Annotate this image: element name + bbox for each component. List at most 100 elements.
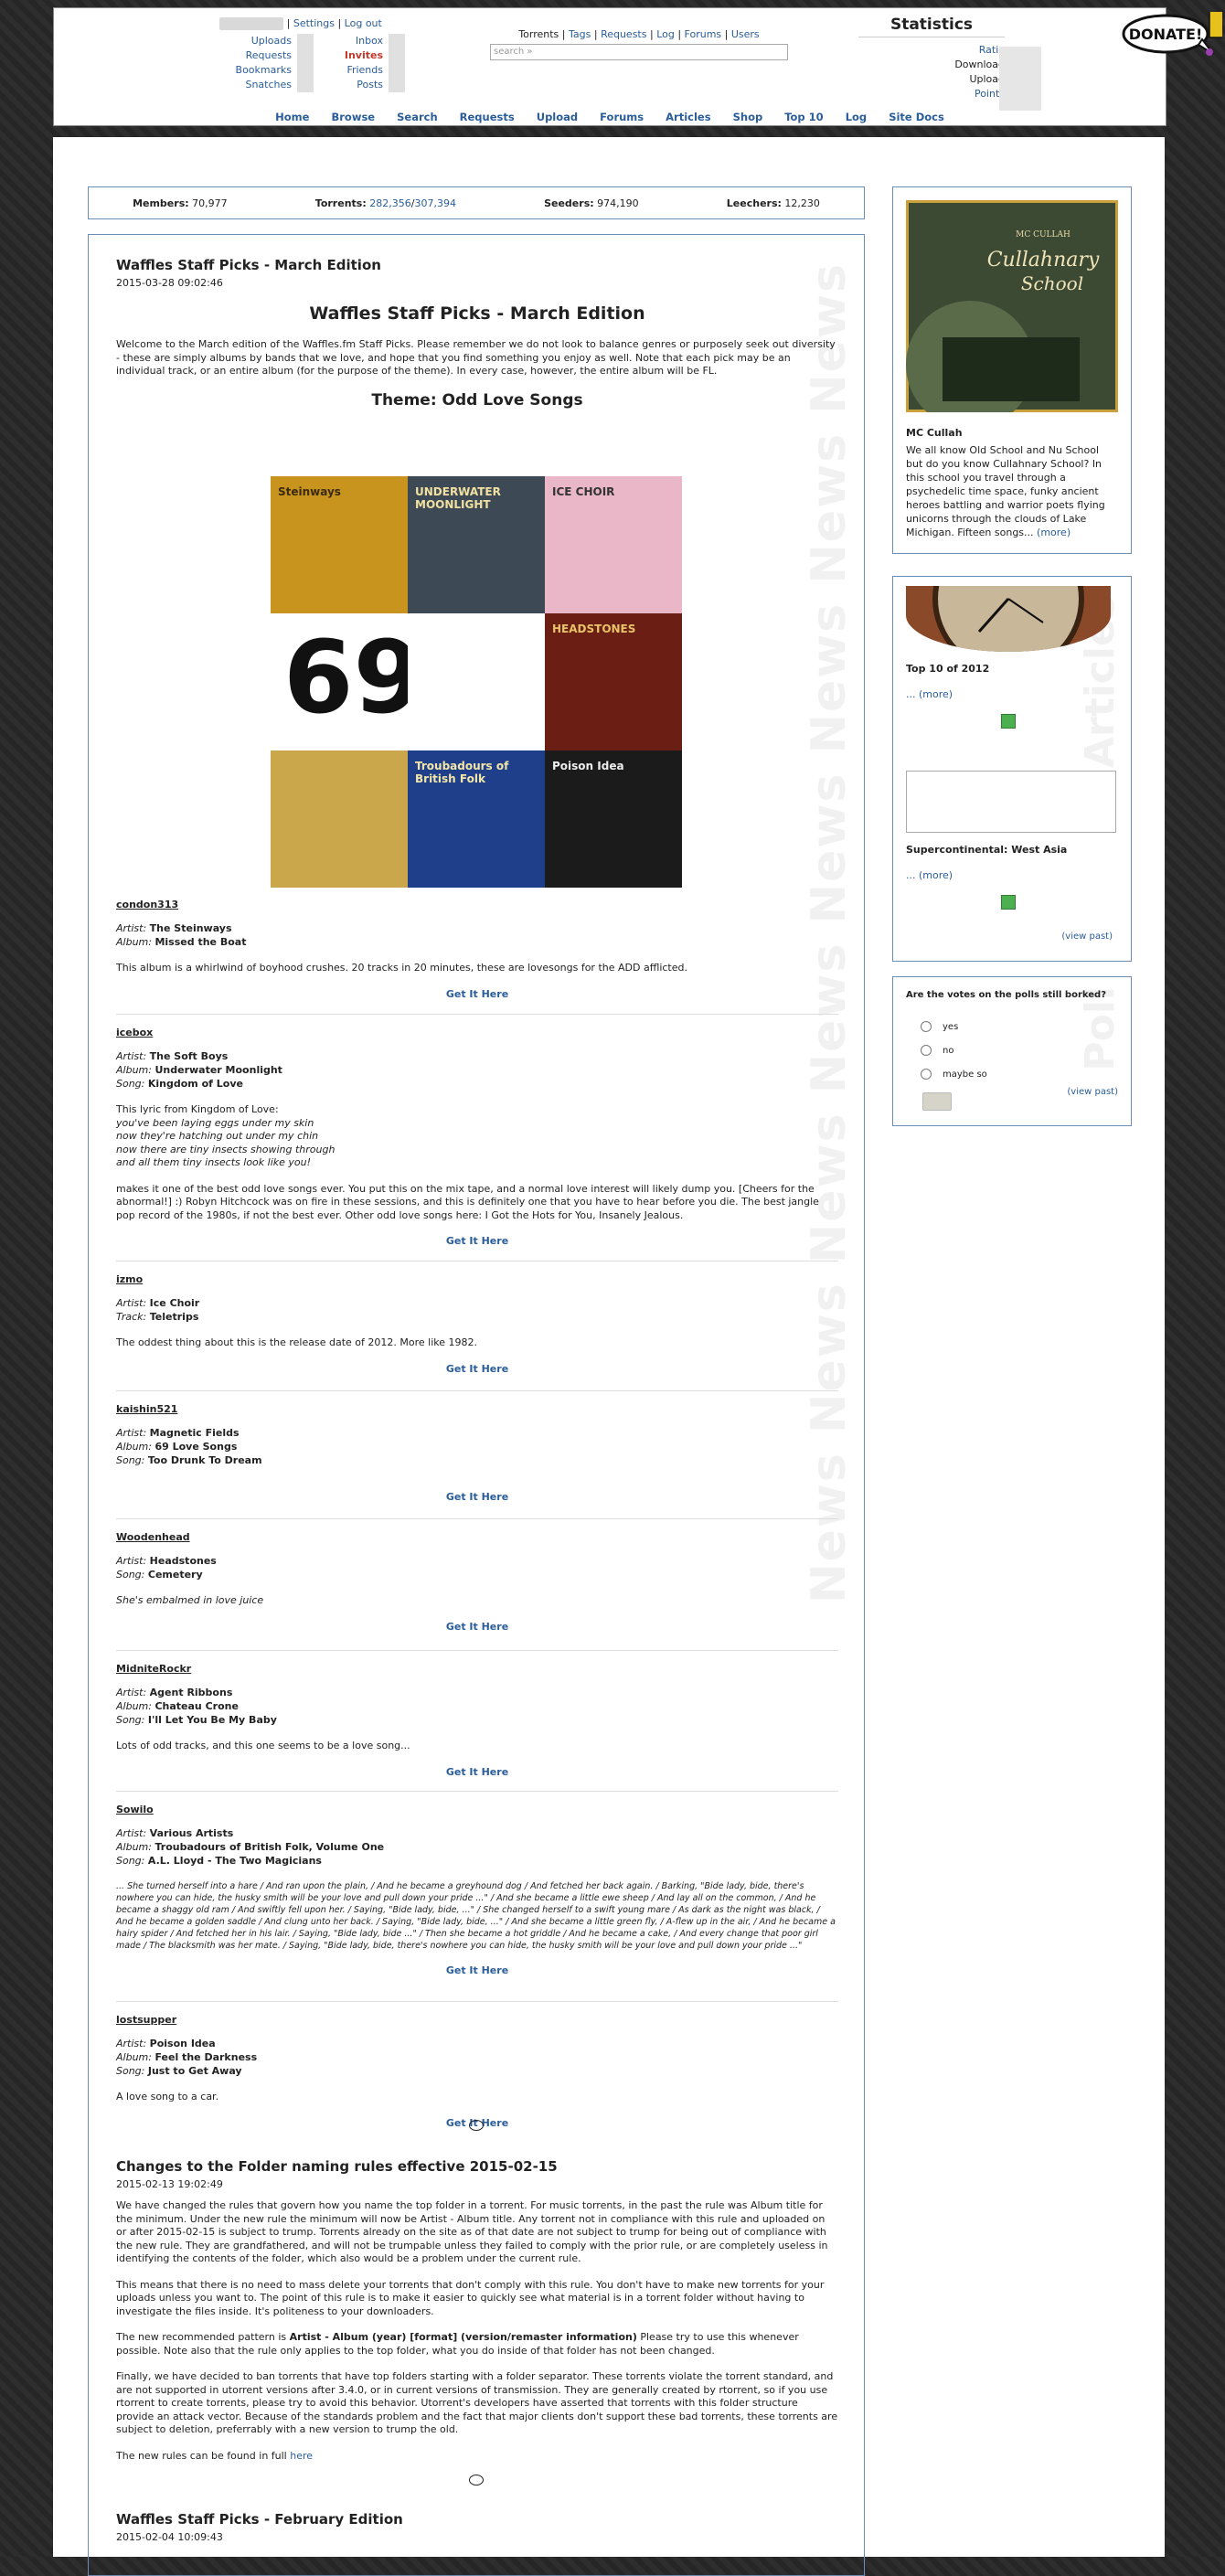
post-paragraph: The new rules can be found in full here: [116, 2449, 314, 2462]
nav-forums[interactable]: Forums: [600, 111, 644, 123]
pick-metadata: Artist: Various Artists Album: Troubadour…: [116, 1827, 385, 1867]
username-blurred[interactable]: [219, 17, 284, 30]
get-it-here-link[interactable]: Get It Here: [116, 1766, 838, 1778]
cover-label: Troubadours of British Folk: [415, 760, 509, 785]
pick-description: ... She turned herself into a hare / And…: [116, 1881, 836, 1951]
logout-link[interactable]: Log out: [345, 17, 382, 29]
nav-browse[interactable]: Browse: [331, 111, 375, 123]
comment-icon[interactable]: [469, 2475, 484, 2488]
bookmarks-link[interactable]: Bookmarks: [191, 63, 292, 78]
get-it-here-link[interactable]: Get It Here: [116, 1621, 838, 1633]
nav-shop[interactable]: Shop: [733, 111, 763, 123]
torrents-count-a[interactable]: 282,356: [369, 197, 411, 209]
post-title: Changes to the Folder naming rules effec…: [116, 2158, 558, 2175]
posts-link[interactable]: Posts: [319, 78, 383, 92]
news-panel: News News News News News News News News …: [88, 234, 865, 2576]
poll-option-maybe[interactable]: maybe so: [921, 1063, 987, 1087]
friends-link[interactable]: Friends: [319, 63, 383, 78]
article-more-link[interactable]: ... (more): [906, 688, 953, 700]
pick-username-link[interactable]: Sowilo: [116, 1804, 154, 1815]
rules-link[interactable]: here: [290, 2450, 313, 2462]
user-box: | Settings | Log out Uploads Requests Bo…: [191, 17, 410, 92]
pick-metadata: Artist: Ice Choir Track: Teletrips: [116, 1297, 200, 1323]
log-toplink[interactable]: Log: [656, 28, 675, 40]
nav-upload[interactable]: Upload: [537, 111, 578, 123]
pick-username-link[interactable]: lostsupper: [116, 2014, 176, 2026]
svg-text:DONATE!: DONATE!: [1129, 26, 1203, 43]
pick-description: She's embalmed in love juice: [116, 1594, 264, 1606]
staff-pick: lostsupper Artist: Poison Idea Album: Feel…: [116, 2001, 838, 2129]
get-it-here-link[interactable]: Get It Here: [116, 1491, 838, 1503]
nav-log[interactable]: Log: [846, 111, 867, 123]
nav-requests[interactable]: Requests: [460, 111, 515, 123]
snatches-link[interactable]: Snatches: [191, 78, 292, 92]
nav-top10[interactable]: Top 10: [784, 111, 823, 123]
points-label[interactable]: Points: [858, 87, 1005, 101]
nav-search[interactable]: Search: [397, 111, 438, 123]
post-intro: Welcome to the March edition of the Waff…: [116, 338, 836, 377]
download-icon[interactable]: [1001, 714, 1016, 729]
poll-option-no[interactable]: no: [921, 1039, 987, 1063]
pick-username-link[interactable]: icebox: [116, 1027, 153, 1038]
theme-heading: Theme: Odd Love Songs: [371, 390, 583, 410]
poll-view-past-link[interactable]: (view past): [1067, 1087, 1118, 1097]
pick-username-link[interactable]: MidniteRockr: [116, 1663, 191, 1675]
get-it-here-link[interactable]: Get It Here: [116, 1235, 838, 1247]
get-it-here-link[interactable]: Get It Here: [116, 988, 838, 1000]
nav-home[interactable]: Home: [275, 111, 309, 123]
news-post-february: Waffles Staff Picks - February Edition 2…: [116, 2511, 838, 2543]
poll-options: yes no maybe so: [921, 1016, 987, 1087]
pick-description: makes it one of the best odd love songs …: [116, 1182, 819, 1221]
pick-metadata: Artist: Headstones Song: Cemetery: [116, 1555, 217, 1581]
invites-link[interactable]: Invites: [319, 48, 383, 63]
staff-pick: Woodenhead Artist: Headstones Song: Cemete…: [116, 1518, 838, 1633]
pick-username-link[interactable]: condon313: [116, 899, 178, 910]
nav-site-docs[interactable]: Site Docs: [889, 111, 944, 123]
nav-articles[interactable]: Articles: [666, 111, 710, 123]
poll-option-yes[interactable]: yes: [921, 1016, 987, 1039]
get-it-here-link[interactable]: Get It Here: [116, 1964, 838, 1976]
pick-username-link[interactable]: Woodenhead: [116, 1531, 190, 1543]
uploads-link[interactable]: Uploads: [191, 34, 292, 48]
pick-username-link[interactable]: kaishin521: [116, 1403, 177, 1415]
cover-label: Steinways: [278, 485, 341, 498]
inbox-link[interactable]: Inbox: [319, 34, 383, 48]
divider: [116, 1014, 838, 1015]
download-icon[interactable]: [1001, 895, 1016, 910]
post-paragraph: Finally, we have decided to ban torrents…: [116, 2370, 838, 2435]
settings-link[interactable]: Settings: [293, 17, 335, 29]
search-input[interactable]: search »: [490, 44, 788, 60]
staff-pick: izmo Artist: Ice Choir Track: Teletrips The…: [116, 1261, 838, 1375]
cover-underwater-moonlight: UNDERWATER MOONLIGHT: [408, 476, 545, 613]
sidebar: MC CULLAH Cullahnary School MC Cullah We…: [892, 186, 1132, 1126]
users-toplink[interactable]: Users: [731, 28, 760, 40]
torrents-toplink[interactable]: Torrents: [518, 28, 559, 40]
pick-username-link[interactable]: izmo: [116, 1273, 143, 1285]
post-title: Waffles Staff Picks - February Edition: [116, 2511, 403, 2528]
comment-icon[interactable]: [469, 2120, 484, 2134]
torrents-count-b[interactable]: 307,394: [414, 197, 456, 209]
user-menu-left: Uploads Requests Bookmarks Snatches: [191, 34, 292, 92]
article-more-link[interactable]: ... (more): [906, 869, 953, 881]
tags-toplink[interactable]: Tags: [569, 28, 591, 40]
requests-link[interactable]: Requests: [191, 48, 292, 63]
donate-button[interactable]: DONATE!: [1122, 9, 1225, 59]
pick-metadata: Artist: Poison Idea Album: Feel the Darkn…: [116, 2038, 258, 2077]
album-more-link[interactable]: (more): [1037, 527, 1071, 538]
requests-toplink[interactable]: Requests: [601, 28, 646, 40]
post-date: 2015-03-28 09:02:46: [116, 277, 223, 289]
articles-view-past-link[interactable]: (view past): [1061, 931, 1113, 942]
ratio-label[interactable]: Ratio: [858, 43, 1005, 58]
staff-pick: kaishin521 Artist: Magnetic Fields Album: …: [116, 1390, 838, 1503]
pick-metadata: Artist: The Steinways Album: Missed the B…: [116, 922, 247, 948]
album-cover[interactable]: MC CULLAH Cullahnary School: [906, 200, 1118, 412]
get-it-here-link[interactable]: Get It Here: [116, 1363, 838, 1375]
pick-description: This album is a whirlwind of boyhood cru…: [116, 962, 687, 974]
forums-toplink[interactable]: Forums: [685, 28, 722, 40]
staff-pick: condon313 Artist: The Steinways Album: Mis…: [116, 899, 838, 1000]
article-image-placeholder[interactable]: [906, 771, 1116, 833]
cover-label: ICE CHOIR: [552, 485, 615, 498]
vote-button[interactable]: [922, 1092, 952, 1111]
article-title: Top 10 of 2012: [906, 663, 990, 675]
cover-empty: [408, 613, 545, 750]
